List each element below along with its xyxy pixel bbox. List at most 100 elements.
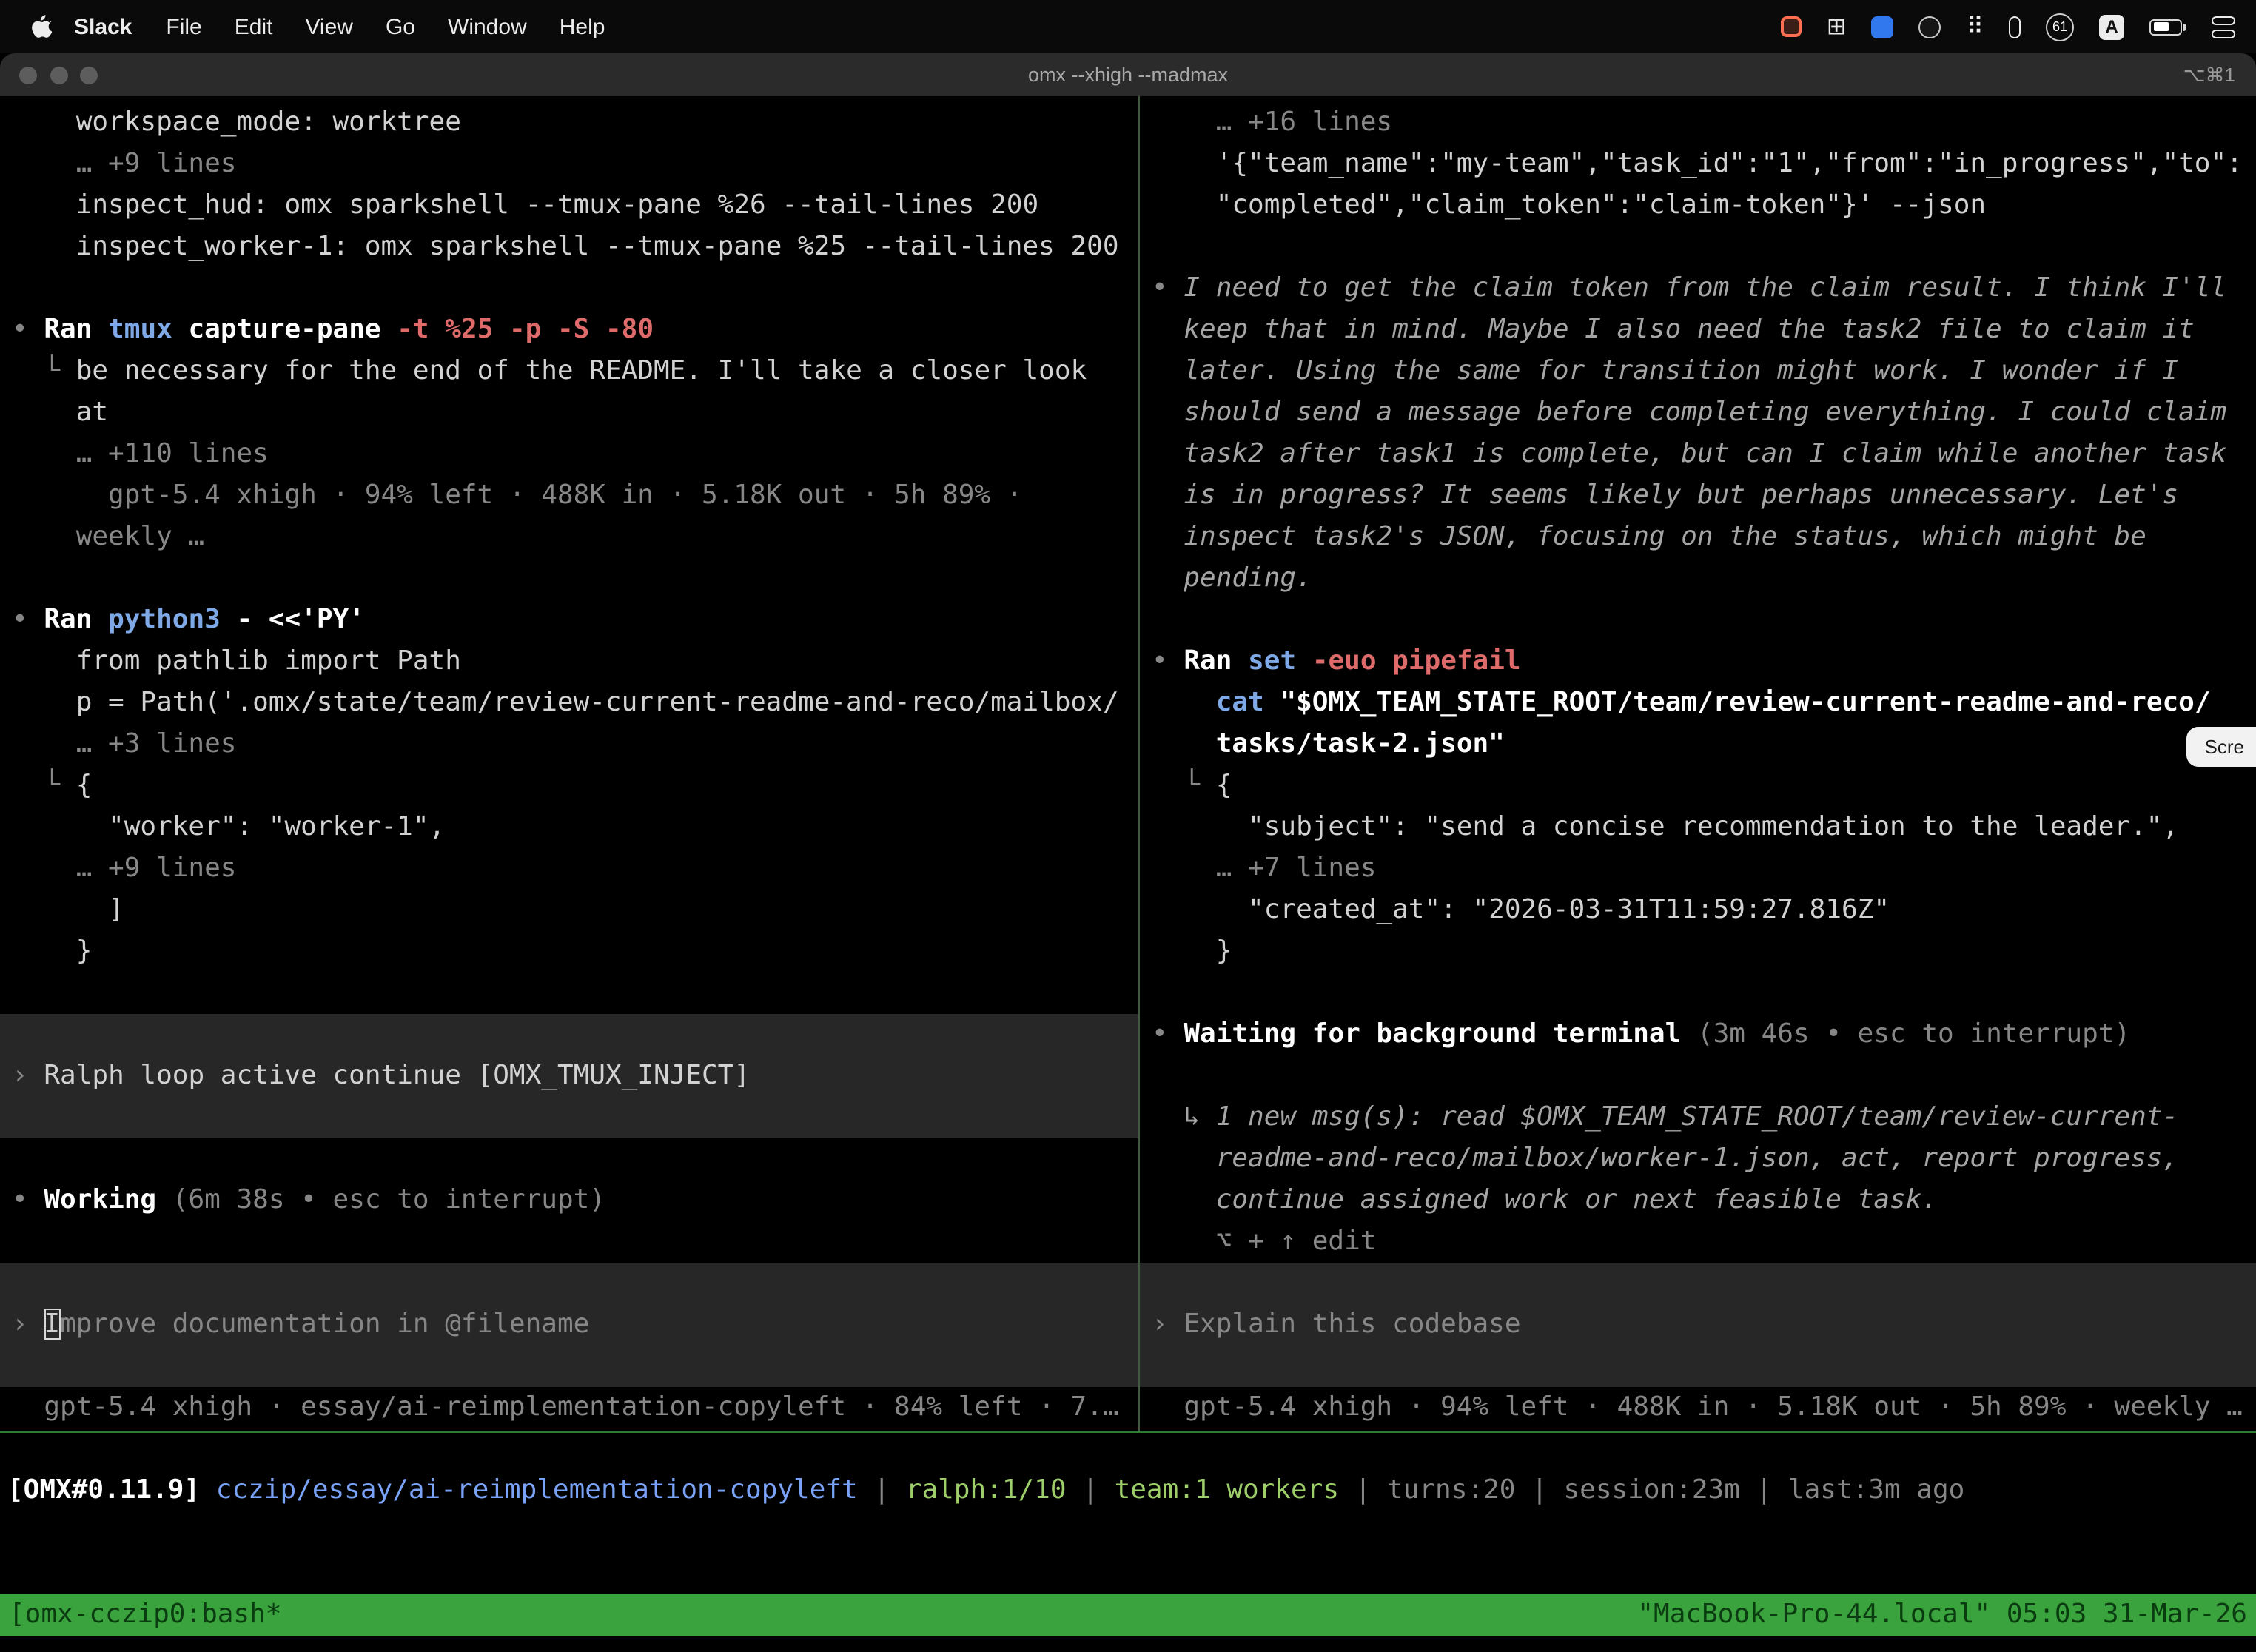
terminal-line: gpt-5.4 xhigh · 94% left · 488K in · 5.1…: [1140, 1387, 2256, 1428]
tmux-host-clock: "MacBook-Pro-44.local" 05:03 31-Mar-26: [1637, 1594, 2247, 1636]
terminal-line: • Waiting for background terminal (3m 46…: [1140, 1014, 2256, 1055]
raycast-icon[interactable]: [1872, 16, 1894, 38]
terminal-line: is in progress? It seems likely but perh…: [1140, 475, 2256, 517]
omx-hud-pane: [OMX#0.11.9] cczip/essay/ai-reimplementa…: [0, 1433, 2256, 1594]
frontmost-app-menu[interactable]: Slack: [56, 14, 150, 39]
terminal-line: … +110 lines: [0, 434, 1138, 475]
terminal-line: [0, 973, 1138, 1014]
window-title: omx --xhigh --madmax: [1028, 64, 1228, 86]
menu-item-edit[interactable]: Edit: [218, 14, 289, 39]
dots-grid-icon[interactable]: ⠿: [1967, 15, 1984, 38]
terminal-line: ⌥ + ↑ edit: [1140, 1221, 2256, 1263]
tmux-pane-right[interactable]: … +16 lines '{"team_name":"my-team","tas…: [1140, 96, 2256, 1431]
composer-line[interactable]: › Ralph loop active continue [OMX_TMUX_I…: [0, 1055, 1138, 1097]
screen: Slack FileEditViewGoWindowHelp ⊞ ⠿ 61 A omx…: [0, 0, 2256, 1652]
terminal-line: "created_at": "2026-03-31T11:59:27.816Z": [1140, 890, 2256, 931]
input-source-icon[interactable]: A: [2099, 14, 2124, 39]
terminal-line: • Working (6m 38s • esc to interrupt): [0, 1180, 1138, 1221]
terminal-line: readme-and-reco/mailbox/worker-1.json, a…: [1140, 1138, 2256, 1180]
terminal-line: pending.: [1140, 558, 2256, 600]
composer-line[interactable]: [1140, 1263, 2256, 1304]
menu-item-file[interactable]: File: [150, 14, 218, 39]
terminal-line: later. Using the same for transition mig…: [1140, 351, 2256, 392]
terminal-line: [1140, 973, 2256, 1014]
terminal-line: gpt-5.4 xhigh · 94% left · 488K in · 5.1…: [0, 475, 1138, 517]
terminal-window: omx --xhigh --madmax ⌥⌘1 workspace_mode:…: [0, 53, 2256, 1652]
traffic-lights: [19, 66, 98, 84]
control-center-icon[interactable]: [2212, 16, 2235, 38]
minimize-button[interactable]: [50, 66, 67, 84]
terminal-line: … +9 lines: [0, 848, 1138, 890]
terminal-line: "completed","claim_token":"claim-token"}…: [1140, 185, 2256, 226]
menu-item-help[interactable]: Help: [543, 14, 622, 39]
menu-bar: Slack FileEditViewGoWindowHelp ⊞ ⠿ 61 A: [0, 0, 2256, 53]
terminal-line: inspect_worker-1: omx sparkshell --tmux-…: [0, 226, 1138, 268]
terminal-line: p = Path('.omx/state/team/review-current…: [0, 682, 1138, 724]
terminal-line: cat "$OMX_TEAM_STATE_ROOT/team/review-cu…: [1140, 682, 2256, 724]
terminal-line: [0, 1138, 1138, 1180]
terminal-line: … +9 lines: [0, 144, 1138, 185]
terminal-line: • I need to get the claim token from the…: [1140, 268, 2256, 309]
terminal-line: "subject": "send a concise recommendatio…: [1140, 807, 2256, 848]
tmux-session-window: [omx-cczip0:bash*: [9, 1594, 281, 1636]
zoom-button[interactable]: [80, 66, 98, 84]
terminal-line: workspace_mode: worktree: [0, 102, 1138, 144]
terminal-line: [1140, 600, 2256, 641]
tmux-status-bar: [omx-cczip0:bash* "MacBook-Pro-44.local"…: [0, 1594, 2256, 1636]
terminal-line: • Ran python3 - <<'PY': [0, 600, 1138, 641]
terminal-line: … +16 lines: [1140, 102, 2256, 144]
terminal-line: … +7 lines: [1140, 848, 2256, 890]
terminal-line: }: [0, 931, 1138, 973]
tmux-pane-left[interactable]: workspace_mode: worktree … +9 lines insp…: [0, 96, 1138, 1431]
composer-line[interactable]: › Explain this codebase: [1140, 1304, 2256, 1346]
terminal-line: gpt-5.4 xhigh · essay/ai-reimplementatio…: [0, 1387, 1138, 1428]
terminal-line: … +3 lines: [0, 724, 1138, 765]
pill-icon[interactable]: [2009, 16, 2021, 38]
screen-recording-indicator[interactable]: [1781, 16, 1802, 37]
composer-line[interactable]: [0, 1263, 1138, 1304]
terminal-line: task2 after task1 is complete, but can I…: [1140, 434, 2256, 475]
composer-line[interactable]: [0, 1346, 1138, 1387]
title-bar[interactable]: omx --xhigh --madmax ⌥⌘1: [0, 53, 2256, 96]
composer-line[interactable]: › Improve documentation in @filename: [0, 1304, 1138, 1346]
terminal-content: workspace_mode: worktree … +9 lines insp…: [0, 96, 2256, 1652]
menu-item-window[interactable]: Window: [432, 14, 543, 39]
text-cursor[interactable]: I: [44, 1309, 60, 1340]
window-shortcut-badge: ⌥⌘1: [2183, 63, 2235, 87]
battery-percent-ring[interactable]: 61: [2046, 13, 2074, 41]
terminal-line: inspect_hud: omx sparkshell --tmux-pane …: [0, 185, 1138, 226]
terminal-line: ↳ 1 new msg(s): read $OMX_TEAM_STATE_ROO…: [1140, 1097, 2256, 1138]
composer-line[interactable]: [0, 1014, 1138, 1055]
menu-item-go[interactable]: Go: [369, 14, 432, 39]
menu-item-view[interactable]: View: [289, 14, 369, 39]
terminal-line: }: [1140, 931, 2256, 973]
terminal-line: continue assigned work or next feasible …: [1140, 1180, 2256, 1221]
composer-line[interactable]: [1140, 1346, 2256, 1387]
screen-share-overlay[interactable]: Scre: [2187, 727, 2256, 767]
terminal-line: from pathlib import Path: [0, 641, 1138, 682]
circle-app-icon[interactable]: [1919, 16, 1941, 38]
terminal-line: ]: [0, 890, 1138, 931]
menu-items: FileEditViewGoWindowHelp: [150, 14, 621, 39]
composer-line[interactable]: [0, 1097, 1138, 1138]
terminal-line: • Ran tmux capture-pane -t %25 -p -S -80: [0, 309, 1138, 351]
terminal-line: [0, 1221, 1138, 1263]
battery-icon[interactable]: [2149, 19, 2186, 35]
apple-menu-icon[interactable]: [31, 14, 52, 39]
menu-bar-status-icons: ⊞ ⠿ 61 A: [1781, 13, 2235, 41]
terminal-line: • Ran set -euo pipefail: [1140, 641, 2256, 682]
terminal-line: keep that in mind. Maybe I also need the…: [1140, 309, 2256, 351]
terminal-line: └ {: [0, 765, 1138, 807]
window-grid-icon[interactable]: ⊞: [1827, 15, 1847, 38]
terminal-line: └ {: [1140, 765, 2256, 807]
omx-status-line: [OMX#0.11.9] cczip/essay/ai-reimplementa…: [7, 1470, 1964, 1511]
terminal-line: '{"team_name":"my-team","task_id":"1","f…: [1140, 144, 2256, 185]
terminal-line: weekly …: [0, 517, 1138, 558]
battery-body: [2149, 19, 2182, 35]
close-button[interactable]: [19, 66, 37, 84]
terminal-line: tasks/task-2.json": [1140, 724, 2256, 765]
terminal-line: at: [0, 392, 1138, 434]
terminal-line: "worker": "worker-1",: [0, 807, 1138, 848]
terminal-line: [1140, 1055, 2256, 1097]
terminal-line: [1140, 226, 2256, 268]
